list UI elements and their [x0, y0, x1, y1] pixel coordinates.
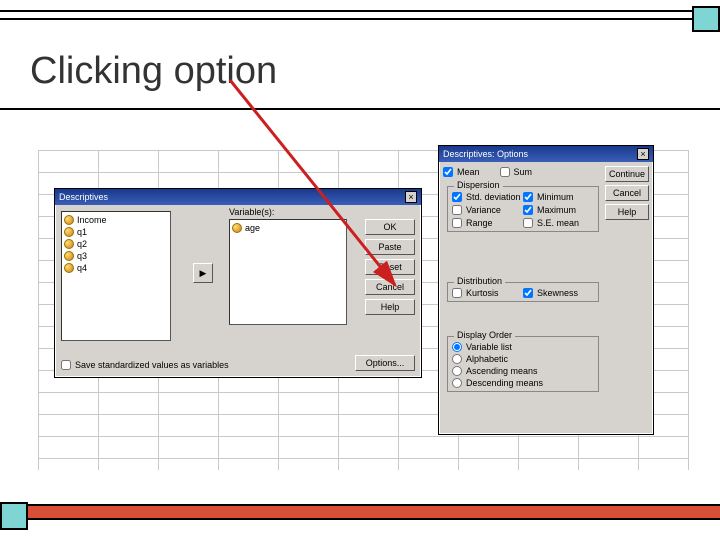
options-titlebar[interactable]: Descriptives: Options ×	[439, 146, 653, 162]
target-variable-list[interactable]: age	[229, 219, 347, 325]
slide-title: Clicking option	[30, 50, 277, 93]
descriptives-dialog: Descriptives × Income q1 q2 q3 q4 Variab…	[54, 188, 422, 378]
decor-title-underline	[0, 108, 720, 110]
list-item: q3	[64, 250, 168, 262]
move-right-button[interactable]: ▶	[193, 263, 213, 283]
descriptives-title-text: Descriptives	[59, 192, 108, 202]
display-order-legend: Display Order	[454, 330, 515, 340]
decor-bar-bottom	[0, 504, 720, 520]
help-button[interactable]: Help	[365, 299, 415, 315]
se-mean-checkbox[interactable]: S.E. mean	[523, 217, 594, 229]
distribution-legend: Distribution	[454, 276, 505, 286]
dispersion-legend: Dispersion	[454, 180, 503, 190]
cancel-button[interactable]: Cancel	[365, 279, 415, 295]
kurtosis-checkbox[interactable]: Kurtosis	[452, 287, 523, 299]
variable-icon	[64, 263, 74, 273]
variable-icon	[64, 227, 74, 237]
variables-label: Variable(s):	[229, 207, 274, 217]
variable-icon	[64, 251, 74, 261]
descriptives-titlebar[interactable]: Descriptives ×	[55, 189, 421, 205]
variable-icon	[64, 215, 74, 225]
help-button[interactable]: Help	[605, 204, 649, 220]
skewness-checkbox[interactable]: Skewness	[523, 287, 594, 299]
order-variable-list-radio[interactable]: Variable list	[452, 341, 594, 353]
close-icon[interactable]: ×	[637, 148, 649, 160]
save-standardized-checkbox[interactable]: Save standardized values as variables	[61, 359, 229, 371]
reset-button[interactable]: Reset	[365, 259, 415, 275]
range-checkbox[interactable]: Range	[452, 217, 523, 229]
ok-button[interactable]: OK	[365, 219, 415, 235]
continue-button[interactable]: Continue	[605, 166, 649, 182]
variance-checkbox[interactable]: Variance	[452, 204, 523, 216]
list-item: q4	[64, 262, 168, 274]
distribution-group: Distribution Kurtosis Skewness	[447, 282, 599, 302]
minimum-checkbox[interactable]: Minimum	[523, 191, 594, 203]
paste-button[interactable]: Paste	[365, 239, 415, 255]
options-button[interactable]: Options...	[355, 355, 415, 371]
list-item: q2	[64, 238, 168, 250]
list-item: age	[232, 222, 344, 234]
list-item: Income	[64, 214, 168, 226]
mean-checkbox[interactable]: Mean	[443, 166, 480, 178]
order-alphabetic-radio[interactable]: Alphabetic	[452, 353, 594, 365]
variable-icon	[64, 239, 74, 249]
display-order-group: Display Order Variable list Alphabetic A…	[447, 336, 599, 392]
list-item: q1	[64, 226, 168, 238]
options-title-text: Descriptives: Options	[443, 149, 528, 159]
cancel-button[interactable]: Cancel	[605, 185, 649, 201]
source-variable-list[interactable]: Income q1 q2 q3 q4	[61, 211, 171, 341]
maximum-checkbox[interactable]: Maximum	[523, 204, 594, 216]
options-dialog: Descriptives: Options × Mean Sum Continu…	[438, 145, 654, 435]
close-icon[interactable]: ×	[405, 191, 417, 203]
dispersion-group: Dispersion Std. deviation Minimum Varian…	[447, 186, 599, 232]
decor-bar-top	[0, 10, 720, 20]
sum-checkbox[interactable]: Sum	[500, 166, 533, 178]
variable-icon	[232, 223, 242, 233]
order-descending-radio[interactable]: Descending means	[452, 377, 594, 389]
chevron-right-icon: ▶	[200, 268, 207, 279]
slide-frame: Clicking option Descriptives × Income q1…	[0, 0, 720, 540]
order-ascending-radio[interactable]: Ascending means	[452, 365, 594, 377]
std-deviation-checkbox[interactable]: Std. deviation	[452, 191, 523, 203]
